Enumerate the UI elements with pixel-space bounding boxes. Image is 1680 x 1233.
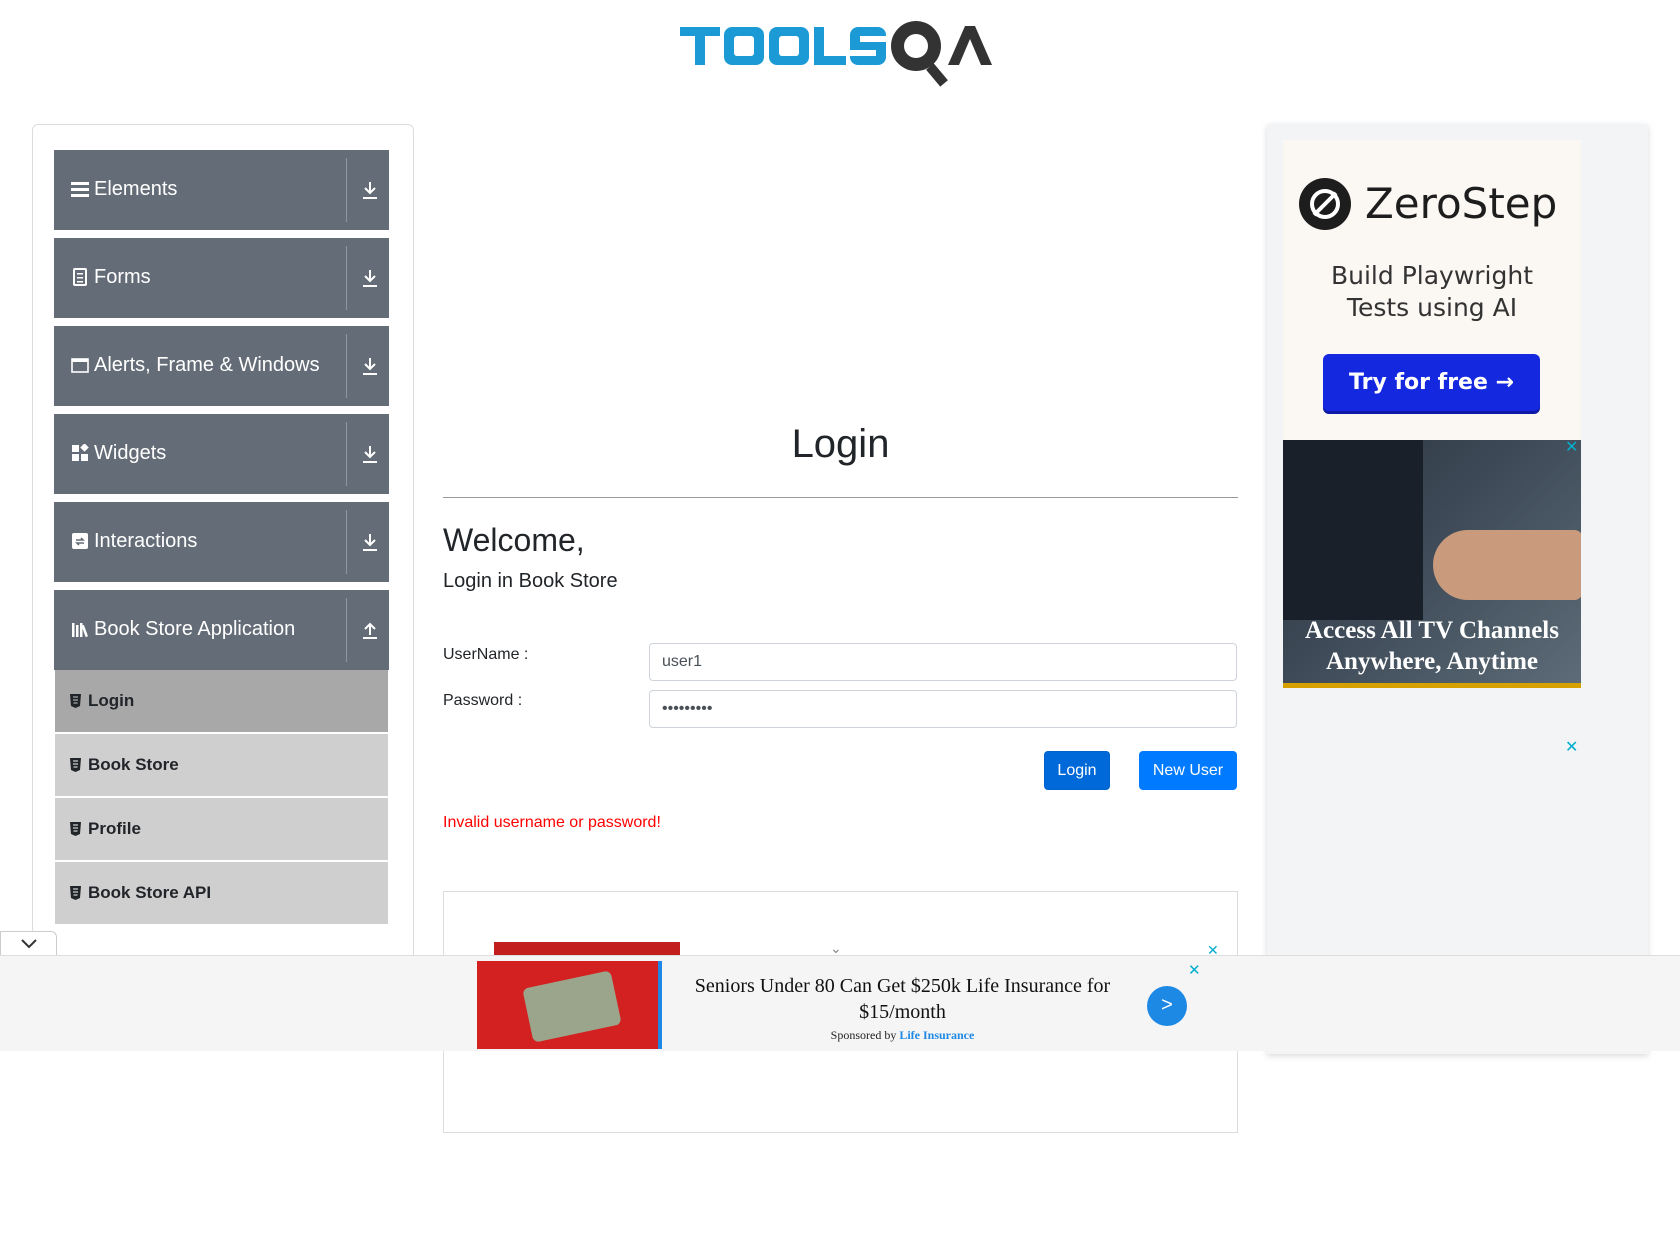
sidebar-item-profile[interactable]: Profile: [55, 798, 388, 860]
collapse-ad-tab[interactable]: [0, 931, 57, 955]
form-icon: [73, 268, 87, 286]
sidebar-group-label: Forms: [94, 266, 151, 288]
divider: [346, 334, 347, 398]
sidebar-group-forms[interactable]: Forms: [54, 238, 389, 318]
login-subtitle: Login in Book Store: [443, 570, 618, 592]
expand-arrow-icon[interactable]: [361, 356, 379, 376]
try-for-free-button[interactable]: Try for free →: [1323, 354, 1540, 411]
password-input[interactable]: •••••••••: [649, 690, 1237, 728]
close-icon[interactable]: ✕: [1565, 740, 1578, 756]
divider: [346, 158, 347, 222]
sidebar-item-label: Book Store API: [88, 883, 212, 902]
divider: [346, 246, 347, 310]
tv-screen: [1283, 440, 1423, 620]
sidebar-item-label: Login: [88, 691, 135, 710]
tv-ad-line: Access All TV Channels: [1305, 617, 1559, 644]
collapse-arrow-icon[interactable]: [361, 620, 379, 640]
expand-arrow-icon[interactable]: [361, 444, 379, 464]
sidebar-group-book-store-application[interactable]: Book Store Application: [54, 590, 389, 670]
widgets-icon: [72, 444, 89, 461]
sidebar-group-label: Alerts, Frame & Windows: [94, 354, 320, 376]
divider: [346, 598, 347, 662]
html-icon: [70, 822, 81, 836]
left-sidebar: Elements Forms Alerts, Frame & Windows W…: [32, 124, 414, 966]
error-message: Invalid username or password!: [443, 814, 661, 831]
sponsored-by-label: Sponsored by: [830, 1028, 897, 1042]
password-label: Password :: [443, 692, 523, 709]
zerostep-tagline-line: Build Playwright: [1330, 261, 1534, 290]
expand-arrow-icon[interactable]: [361, 532, 379, 552]
html-icon: [70, 758, 81, 772]
list-icon: [71, 182, 89, 197]
sidebar-item-label: Profile: [88, 819, 141, 838]
chevron-down-icon: [21, 939, 37, 949]
zerostep-tagline: Build Playwright Tests using AI: [1283, 260, 1581, 324]
bottom-ad-image[interactable]: [477, 961, 662, 1049]
html-icon: [70, 694, 81, 708]
sidebar-item-label: Book Store: [88, 755, 179, 774]
tv-ad-text[interactable]: Access All TV Channels Anywhere, Anytime: [1283, 615, 1581, 677]
divider: [346, 510, 347, 574]
login-button[interactable]: Login: [1044, 751, 1110, 790]
html-icon: [70, 886, 81, 900]
sidebar-group-label: Widgets: [94, 442, 167, 464]
username-label: UserName :: [443, 646, 529, 663]
sidebar-group-label: Book Store Application: [94, 618, 296, 640]
sidebar-item-book-store-api[interactable]: Book Store API: [55, 862, 388, 924]
hand-image: [1433, 530, 1581, 600]
zerostep-tagline-line: Tests using AI: [1346, 293, 1518, 322]
headline-line: Seniors Under 80 Can Get $250k Life Insu…: [694, 975, 1111, 997]
ad-accent-bar: [1283, 683, 1581, 688]
new-user-button[interactable]: New User: [1139, 751, 1237, 790]
username-input[interactable]: user1: [649, 643, 1237, 681]
headline-line: $15/month: [859, 1001, 946, 1023]
sidebar-group-label: Elements: [94, 178, 178, 200]
tv-ad-line: Anywhere, Anytime: [1325, 648, 1539, 675]
top-ad-placeholder: [443, 124, 1238, 374]
expand-arrow-icon[interactable]: [361, 268, 379, 288]
sidebar-item-login[interactable]: Login: [55, 670, 388, 732]
sidebar-group-label: Interactions: [94, 530, 198, 552]
sponsor-link[interactable]: Life Insurance: [899, 1028, 974, 1042]
zerostep-logo-icon: [1299, 178, 1351, 230]
go-arrow-button[interactable]: >: [1147, 986, 1187, 1026]
title-divider: [443, 497, 1238, 498]
bottom-ad-headline[interactable]: Seniors Under 80 Can Get $250k Life Insu…: [680, 973, 1125, 1025]
divider: [346, 422, 347, 486]
books-icon: [72, 623, 88, 638]
sidebar-group-elements[interactable]: Elements: [54, 150, 389, 230]
zerostep-brand: ZeroStep: [1365, 179, 1558, 228]
interactions-icon: [72, 533, 88, 549]
toolsqa-logo[interactable]: [680, 14, 1010, 94]
expand-arrow-icon[interactable]: [361, 180, 379, 200]
close-icon[interactable]: ✕: [1188, 961, 1201, 979]
sidebar-group-widgets[interactable]: Widgets: [54, 414, 389, 494]
money-image: [522, 970, 622, 1043]
welcome-heading: Welcome,: [443, 522, 585, 558]
sidebar-group-interactions[interactable]: Interactions: [54, 502, 389, 582]
sidebar-group-alerts[interactable]: Alerts, Frame & Windows: [54, 326, 389, 406]
bottom-sticky-ad[interactable]: Seniors Under 80 Can Get $250k Life Insu…: [0, 955, 1680, 1051]
image-accent: [658, 961, 662, 1049]
bottom-ad-sponsor: Sponsored by Life Insurance: [680, 1028, 1125, 1043]
page-title: Login: [791, 422, 890, 466]
sidebar-item-book-store[interactable]: Book Store: [55, 734, 388, 796]
close-icon[interactable]: ✕: [1565, 440, 1578, 456]
window-icon: [71, 358, 89, 373]
